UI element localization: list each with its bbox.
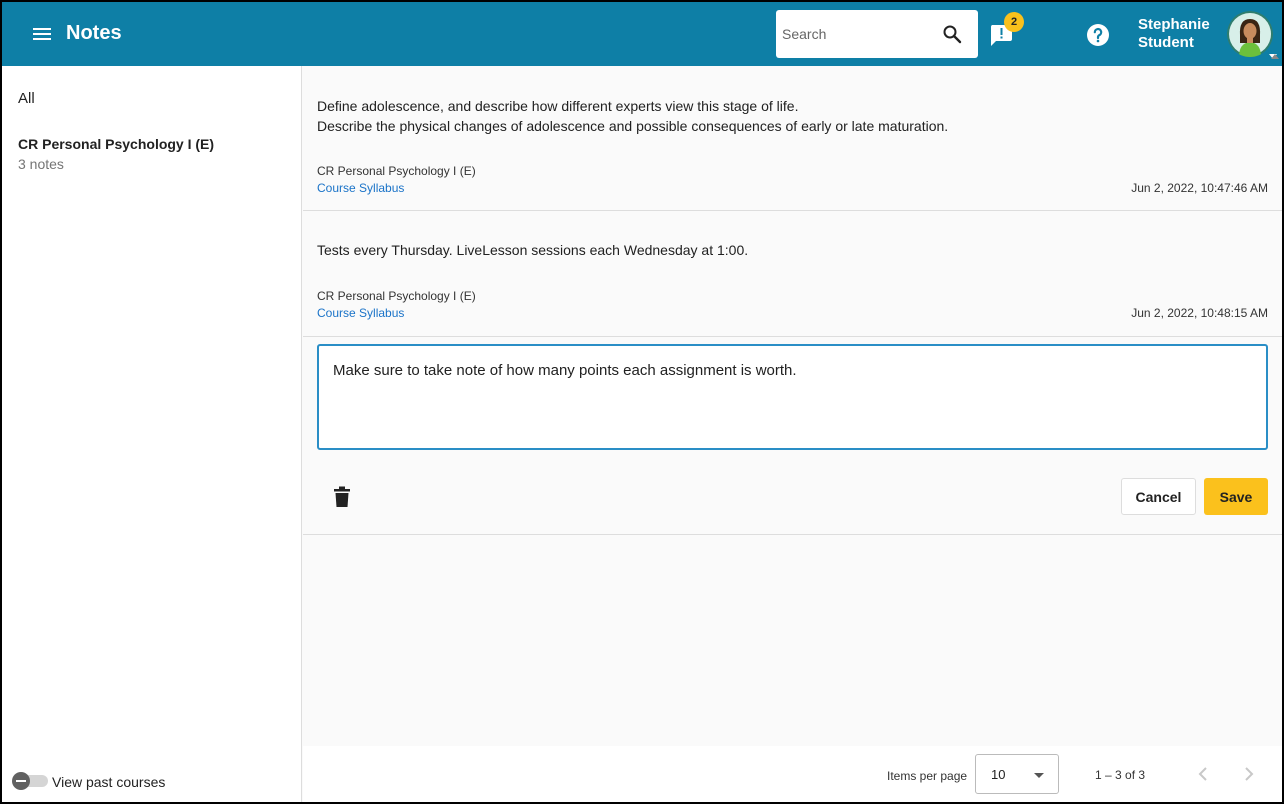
app-title: Notes — [66, 22, 122, 44]
note-text: Tests every Thursday. LiveLesson session… — [317, 242, 749, 258]
scroll-up-icon[interactable] — [1271, 54, 1279, 59]
items-per-page-select[interactable]: 10 — [975, 754, 1059, 794]
chevron-right-icon[interactable] — [1241, 764, 1257, 784]
note-course: CR Personal Psychology I (E) — [317, 289, 476, 303]
chevron-left-icon[interactable] — [1195, 764, 1211, 784]
divider — [303, 534, 1282, 535]
search-box — [776, 10, 978, 58]
top-app-bar: Notes 2 Stephanie Student — [2, 2, 1282, 66]
sidebar: All CR Personal Psychology I (E) 3 notes… — [2, 66, 302, 802]
past-courses-label: View past courses — [52, 774, 166, 790]
sidebar-course-title: CR Personal Psychology I (E) — [18, 136, 215, 152]
sidebar-course-note-count: 3 notes — [18, 156, 64, 172]
sidebar-item-all[interactable]: All — [18, 90, 35, 107]
help-icon[interactable] — [1086, 23, 1110, 47]
app-window: Notes 2 Stephanie Student — [2, 2, 1282, 802]
course-syllabus-link[interactable]: Course Syllabus — [317, 306, 404, 320]
search-input[interactable] — [782, 20, 932, 48]
search-icon[interactable] — [942, 24, 962, 44]
sidebar-item-course[interactable]: CR Personal Psychology I (E) 3 notes — [18, 136, 288, 172]
course-syllabus-link[interactable]: Course Syllabus — [317, 181, 404, 195]
toggle-thumb — [12, 772, 30, 790]
note-timestamp: Jun 2, 2022, 10:48:15 AM — [1131, 306, 1268, 320]
trash-icon[interactable] — [333, 486, 351, 508]
notes-list: Define adolescence, and describe how dif… — [303, 66, 1282, 802]
user-name[interactable]: Stephanie Student — [1138, 16, 1228, 52]
alert-count-badge: 2 — [1004, 12, 1024, 32]
items-per-page-value: 10 — [991, 767, 1006, 782]
chevron-down-icon — [1034, 773, 1044, 778]
past-courses-toggle[interactable] — [12, 772, 48, 790]
note-item[interactable]: Define adolescence, and describe how dif… — [303, 66, 1282, 211]
menu-icon[interactable] — [30, 22, 54, 46]
cancel-button[interactable]: Cancel — [1121, 478, 1196, 515]
page-range: 1 – 3 of 3 — [1095, 768, 1146, 782]
note-item[interactable]: Tests every Thursday. LiveLesson session… — [303, 211, 1282, 337]
note-course: CR Personal Psychology I (E) — [317, 164, 476, 178]
save-button[interactable]: Save — [1204, 478, 1268, 515]
note-text: Describe the physical changes of adolesc… — [317, 118, 949, 134]
note-timestamp: Jun 2, 2022, 10:47:46 AM — [1131, 181, 1268, 195]
user-avatar[interactable] — [1227, 11, 1273, 57]
note-text: Define adolescence, and describe how dif… — [317, 98, 799, 114]
note-editor[interactable]: Make sure to take note of how many point… — [317, 344, 1268, 450]
paginator: Items per page 10 1 – 3 of 3 — [303, 746, 1282, 802]
items-per-page-label: Items per page — [887, 769, 968, 783]
